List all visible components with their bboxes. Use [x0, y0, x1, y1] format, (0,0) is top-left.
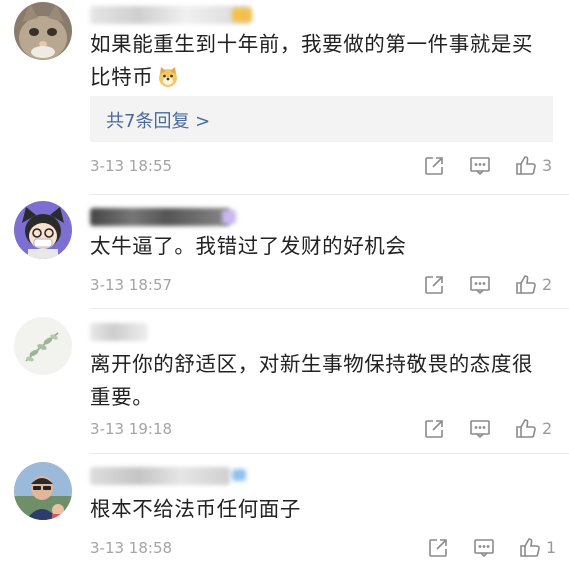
avatar-photo[interactable] — [14, 462, 72, 520]
timestamp: 3-13 19:18 — [90, 420, 173, 438]
comment-actions: 3 — [422, 154, 562, 180]
comment-actions: 2 — [422, 417, 562, 443]
like-count: 1 — [546, 538, 557, 557]
comment-text: 根本不给法币任何面子 — [90, 497, 301, 521]
like-count: 3 — [542, 156, 553, 175]
like-icon[interactable] — [514, 273, 538, 297]
like-count: 2 — [542, 419, 553, 438]
comment-actions: 2 — [422, 273, 562, 299]
divider — [90, 308, 569, 309]
like-icon[interactable] — [518, 536, 542, 560]
username-blurred[interactable] — [90, 208, 230, 226]
username-blurred[interactable] — [90, 6, 250, 24]
vip-badge-blurred — [232, 8, 252, 22]
divider — [90, 453, 569, 454]
like-count: 2 — [542, 275, 553, 294]
comment-icon[interactable] — [468, 417, 492, 441]
comment-icon[interactable] — [468, 273, 492, 297]
doge-icon — [157, 65, 179, 87]
username-blurred[interactable] — [90, 323, 148, 341]
reply-summary-box[interactable]: 共7条回复 > — [90, 96, 553, 142]
divider — [90, 194, 569, 195]
comment-item: 离开你的舒适区，对新生事物保持敬畏的态度很重要。 3-13 19:18 2 — [0, 311, 569, 455]
username-blurred[interactable] — [90, 467, 230, 485]
avatar-plant[interactable] — [14, 317, 72, 375]
comment-text: 离开你的舒适区，对新生事物保持敬畏的态度很重要。 — [90, 352, 534, 409]
vip-badge-blurred — [232, 469, 246, 481]
timestamp: 3-13 18:58 — [90, 539, 173, 557]
comment-text: 如果能重生到十年前，我要做的第一件事就是买比特币 — [90, 32, 534, 89]
comment-item: 如果能重生到十年前，我要做的第一件事就是买比特币 共7条回复 > 3-13 18… — [0, 0, 569, 196]
timestamp: 3-13 18:57 — [90, 276, 173, 294]
timestamp: 3-13 18:55 — [90, 157, 173, 175]
share-icon[interactable] — [422, 154, 446, 178]
comment-text: 太牛逼了。我错过了发财的好机会 — [90, 234, 407, 258]
share-icon[interactable] — [422, 417, 446, 441]
member-badge-blurred — [222, 210, 236, 224]
comment-icon[interactable] — [472, 536, 496, 560]
comment-actions: 1 — [422, 536, 562, 562]
comment-item: 太牛逼了。我错过了发财的好机会 3-13 18:57 2 — [0, 196, 569, 311]
share-icon[interactable] — [426, 536, 450, 560]
comment-icon[interactable] — [468, 154, 492, 178]
like-icon[interactable] — [514, 154, 538, 178]
view-replies-link[interactable]: 共7条回复 > — [106, 107, 210, 133]
avatar-cartoon-boy[interactable] — [14, 201, 72, 259]
comment-item: 根本不给法币任何面子 3-13 18:58 1 — [0, 455, 569, 567]
like-icon[interactable] — [514, 417, 538, 441]
avatar-cat[interactable] — [14, 2, 72, 60]
share-icon[interactable] — [422, 273, 446, 297]
